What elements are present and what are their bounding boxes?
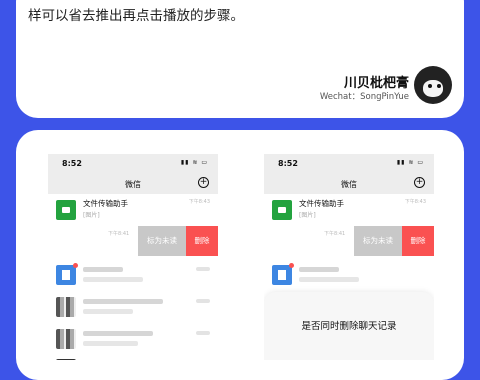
doc-icon — [56, 265, 76, 285]
mark-unread-button[interactable]: 标为未读 — [138, 226, 186, 256]
phone-screenshot-1: 8:52 ▮▮ ≋ ▭ 微信 + 文件传输助手 [图片] 下午8:43 下午8:… — [48, 154, 218, 360]
sheet-title: 是否同时删除聊天记录 — [301, 321, 397, 332]
delete-button[interactable]: 删除 — [402, 226, 434, 256]
blurred-preview — [83, 309, 133, 314]
unread-dot — [289, 263, 294, 268]
chat-row[interactable] — [264, 260, 434, 290]
folder-icon — [272, 200, 292, 220]
chat-time: 下午8:41 — [108, 231, 130, 237]
blurred-title — [83, 331, 153, 336]
chat-row[interactable] — [48, 292, 218, 322]
add-icon[interactable]: + — [414, 177, 425, 188]
chat-row-file-transfer[interactable]: 文件传输助手 [图片] 下午8:43 — [48, 194, 218, 226]
avatar-face — [423, 80, 443, 97]
delete-button[interactable]: 删除 — [186, 226, 218, 256]
chat-row[interactable] — [48, 260, 218, 290]
chat-preview: [图片] — [299, 212, 316, 219]
chat-name: 文件传输助手 — [83, 199, 128, 208]
mark-unread-button[interactable]: 标为未读 — [354, 226, 402, 256]
blurred-title — [299, 267, 339, 272]
status-time: 8:52 — [278, 159, 298, 168]
delete-confirm-sheet: 是否同时删除聊天记录 — [264, 292, 434, 360]
chat-name: 文件传输助手 — [299, 199, 344, 208]
blurred-preview — [299, 277, 359, 282]
chat-row-swiped[interactable]: 下午8:41 标为未读 删除 — [264, 226, 434, 256]
chat-time: 下午8:43 — [188, 199, 210, 205]
chat-row-swiped[interactable]: 下午8:41 标为未读 删除 — [48, 226, 218, 256]
status-time: 8:52 — [62, 159, 82, 168]
nav-title: 微信 — [125, 180, 141, 189]
author-wechat: Wechat：SongPinYue — [319, 92, 409, 102]
group-avatar-icon — [56, 297, 76, 317]
blurred-time — [196, 299, 210, 303]
blurred-title — [83, 299, 163, 304]
chat-row[interactable] — [48, 354, 218, 360]
avatar — [414, 66, 452, 104]
chat-preview: [图片] — [83, 212, 100, 219]
blurred-preview — [83, 341, 138, 346]
avatar-eye-left — [428, 84, 432, 88]
chat-time: 下午8:43 — [404, 199, 426, 205]
folder-icon — [56, 200, 76, 220]
group-avatar-icon — [56, 329, 76, 349]
author-name: 川贝枇杷膏 — [343, 76, 409, 91]
avatar-eye-right — [437, 84, 441, 88]
chat-list: 文件传输助手 [图片] 下午8:43 下午8:41 标为未读 删除 — [48, 194, 218, 360]
chat-row[interactable] — [48, 324, 218, 354]
blurred-time — [196, 267, 210, 271]
nav-title: 微信 — [341, 180, 357, 189]
status-icons: ▮▮ ≋ ▭ — [180, 159, 208, 166]
add-icon[interactable]: + — [198, 177, 209, 188]
phone-screenshot-2: 8:52 ▮▮ ≋ ▭ 微信 + 文件传输助手 [图片] 下午8:43 下午8:… — [264, 154, 434, 360]
status-icons: ▮▮ ≋ ▭ — [396, 159, 424, 166]
blurred-time — [196, 331, 210, 335]
intro-text: 样可以省去推出再点击播放的步骤。 — [28, 8, 244, 24]
unread-dot — [73, 263, 78, 268]
doc-icon — [272, 265, 292, 285]
blurred-preview — [83, 277, 143, 282]
blurred-title — [83, 267, 123, 272]
chat-time: 下午8:41 — [324, 231, 346, 237]
chat-row-file-transfer[interactable]: 文件传输助手 [图片] 下午8:43 — [264, 194, 434, 226]
